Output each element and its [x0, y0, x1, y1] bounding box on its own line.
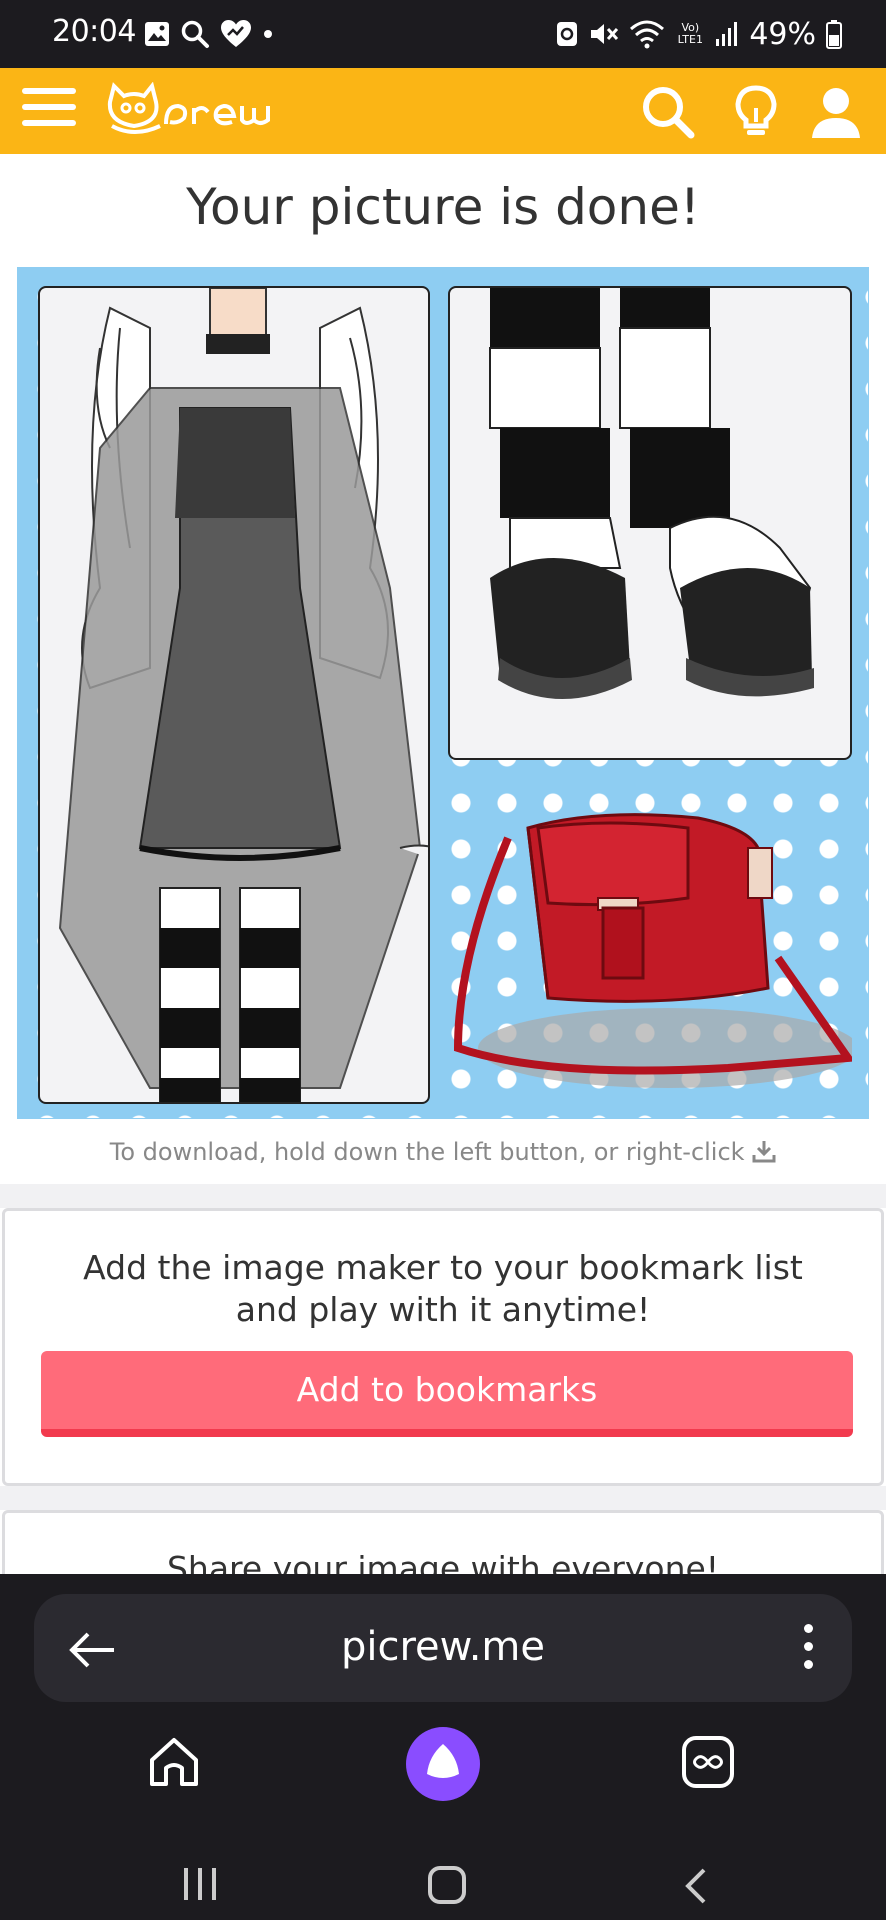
browser-bottom-bar: picrew.me — [0, 1574, 886, 1920]
menu-icon[interactable] — [22, 88, 76, 134]
status-bar: 20:04 Vo) LTE1 49% — [0, 0, 886, 68]
assistant-icon[interactable] — [405, 1726, 481, 1802]
tabs-icon[interactable] — [680, 1734, 736, 1790]
signal-icon — [716, 22, 738, 46]
status-time: 20:04 — [52, 14, 136, 49]
home-icon[interactable] — [146, 1734, 202, 1790]
search-icon[interactable] — [640, 84, 696, 140]
app-header — [0, 68, 886, 154]
section-divider — [0, 1486, 886, 1510]
add-to-bookmarks-button[interactable]: Add to bookmarks — [41, 1351, 853, 1437]
battery-icon — [826, 20, 842, 49]
bookmark-card-text: Add the image maker to your bookmark lis… — [5, 1247, 881, 1331]
status-left-icons — [144, 18, 274, 50]
volte-icon: Vo) LTE1 — [677, 21, 703, 46]
picrew-logo[interactable] — [104, 82, 278, 140]
shoes-panel — [448, 286, 852, 760]
user-icon[interactable] — [808, 84, 864, 140]
page-title: Your picture is done! — [186, 178, 700, 236]
download-hint-text: To download, hold down the left button, … — [109, 1138, 745, 1166]
download-hint: To download, hold down the left button, … — [0, 1138, 886, 1166]
system-home-icon[interactable] — [426, 1864, 470, 1908]
outfit-panel — [38, 286, 430, 1104]
battery-percent: 49% — [749, 16, 816, 52]
more-icon[interactable] — [798, 1624, 818, 1674]
mute-icon — [591, 24, 619, 44]
bookmark-card: Add the image maker to your bookmark lis… — [2, 1208, 884, 1486]
wifi-icon — [630, 20, 665, 49]
lightbulb-icon[interactable] — [728, 84, 784, 140]
search-icon — [181, 20, 209, 48]
outfit-illustration — [58, 288, 428, 1102]
section-divider — [0, 1184, 886, 1208]
dot-icon — [264, 30, 272, 38]
image-icon — [145, 22, 169, 46]
address-bar[interactable]: picrew.me — [34, 1594, 852, 1702]
download-icon — [752, 1141, 776, 1163]
shoes-illustration — [489, 288, 814, 699]
url-text[interactable]: picrew.me — [34, 1624, 852, 1670]
status-right-icons: Vo) LTE1 49% — [555, 14, 842, 54]
generated-picture[interactable] — [17, 267, 869, 1119]
system-back-icon[interactable] — [680, 1866, 712, 1906]
bag-illustration — [453, 813, 852, 1088]
heart-icon — [221, 20, 251, 47]
sync-icon — [557, 22, 578, 46]
bookmark-text-line1: Add the image maker to your bookmark lis… — [83, 1248, 803, 1287]
bookmark-text-line2: and play with it anytime! — [235, 1290, 651, 1329]
recents-icon[interactable] — [180, 1864, 220, 1904]
